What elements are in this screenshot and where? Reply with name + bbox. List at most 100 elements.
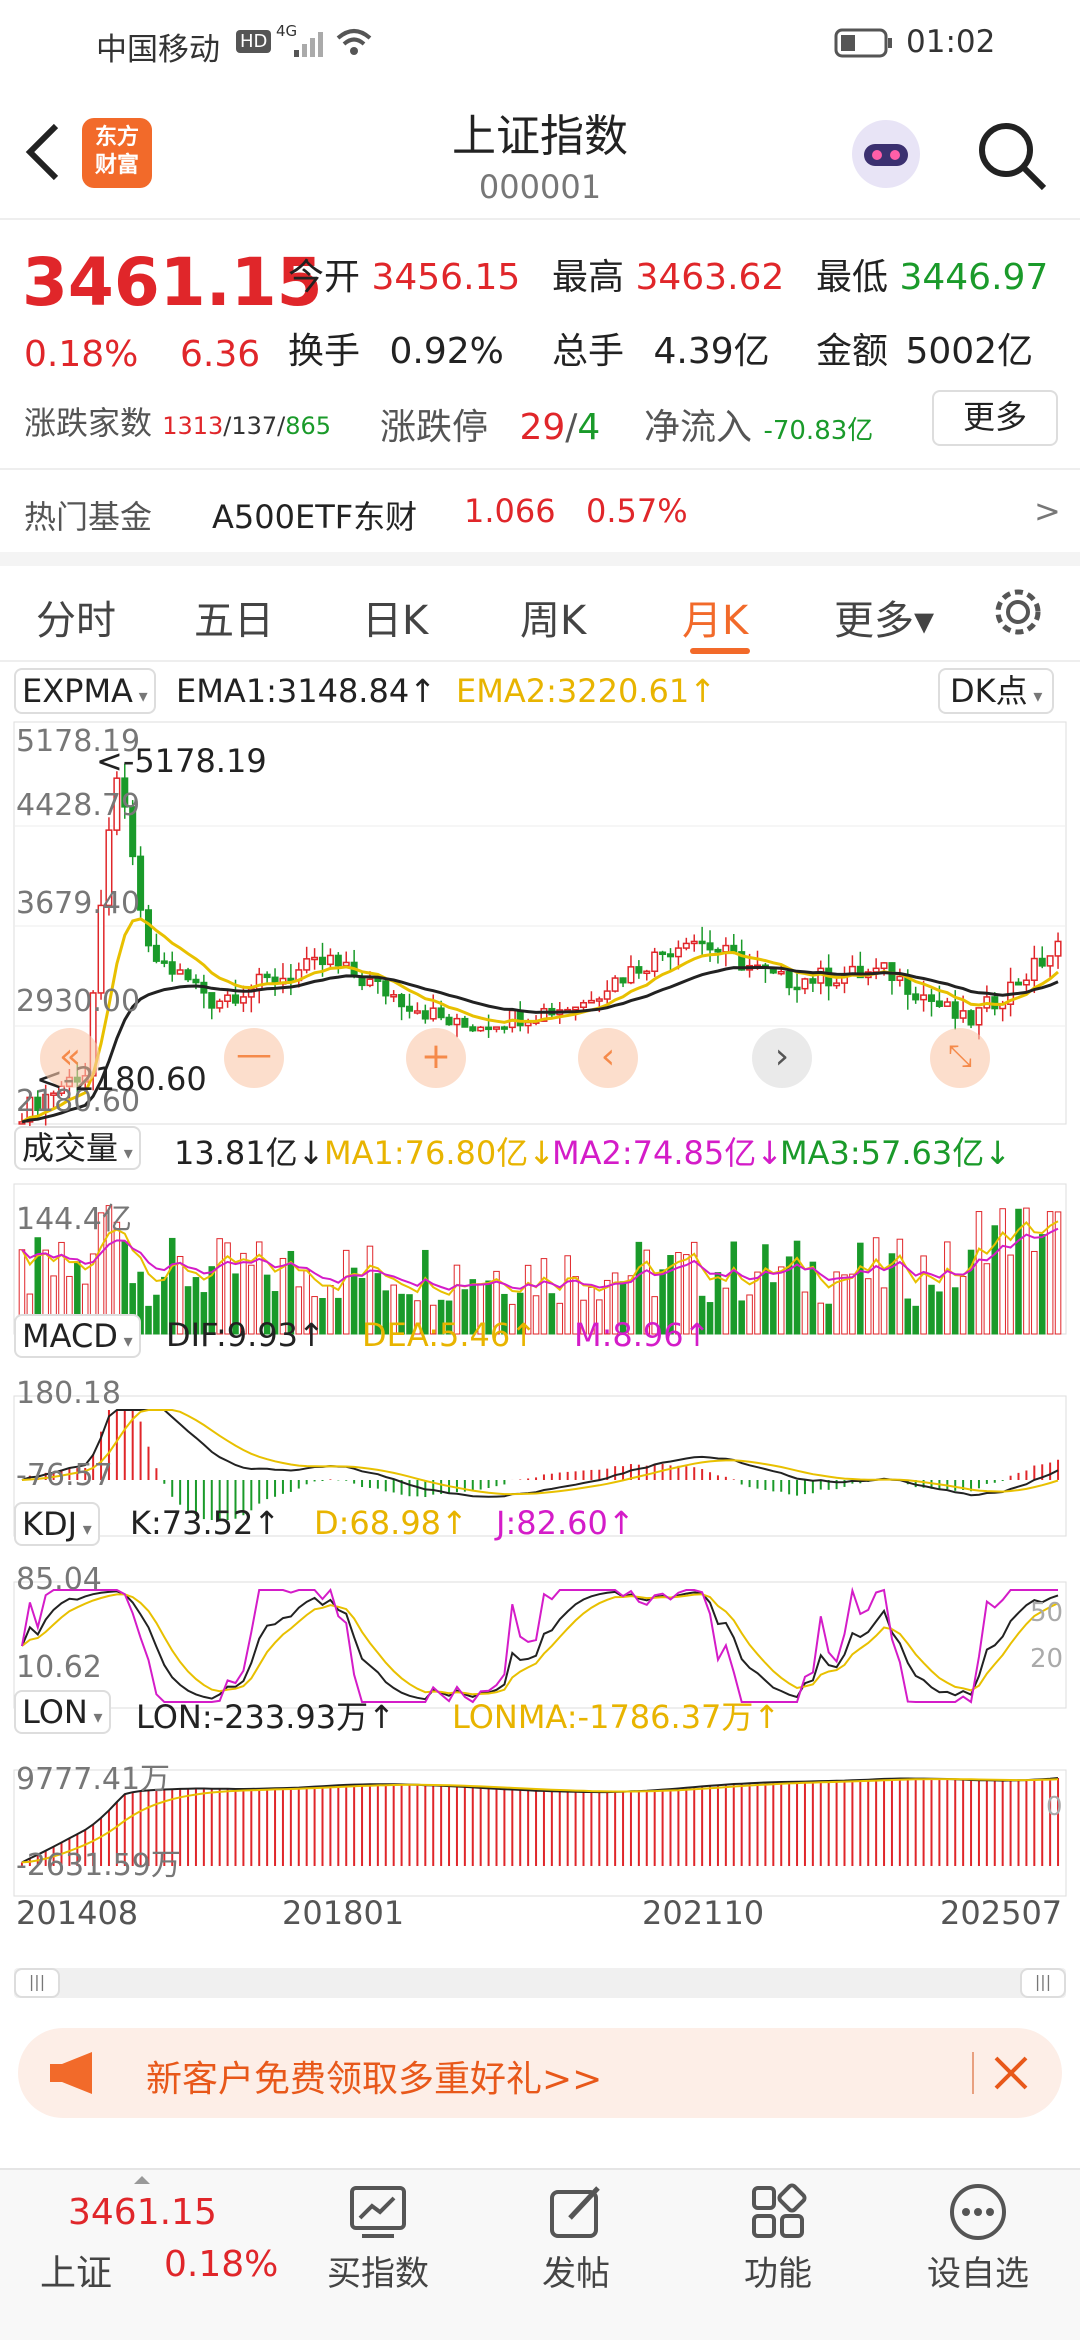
change-value: 6.36 xyxy=(180,334,261,375)
add-watchlist-label: 设自选 xyxy=(927,2254,1029,2294)
adv-label: 涨跌家数 xyxy=(24,404,153,442)
lon-axis-high: 9777.41万 xyxy=(16,1762,171,1797)
bottom-index-price[interactable]: 3461.15 xyxy=(68,2192,217,2233)
candle xyxy=(951,1001,959,1019)
add-watchlist-button[interactable]: 设自选 xyxy=(918,2182,1038,2295)
bottom-index-name[interactable]: 上证 xyxy=(40,2244,112,2296)
volume-bar xyxy=(912,1305,919,1335)
volume-bar xyxy=(936,1291,943,1335)
kdj-ref-50: 50 xyxy=(1030,1598,1064,1628)
volume-bar xyxy=(1046,1211,1054,1335)
candle xyxy=(144,909,153,947)
volume-bar xyxy=(1031,1250,1038,1335)
candle xyxy=(912,993,920,1001)
tab-monthly-k[interactable]: 月K xyxy=(682,588,748,646)
hd-badge: HD xyxy=(236,30,272,53)
promo-banner[interactable]: 新客户免费领取多重好礼>> xyxy=(18,2028,1062,2118)
candle xyxy=(872,967,880,973)
vol-ma2: MA2:74.85亿↓ xyxy=(552,1134,784,1172)
indicator-select-lon[interactable]: LON ▾ xyxy=(14,1690,111,1734)
search-icon[interactable] xyxy=(974,118,1050,194)
date-label-2: 201801 xyxy=(282,1894,405,1932)
high-row: 最高 3463.62 xyxy=(552,248,784,300)
dk-point-button[interactable]: DK点 ▾ xyxy=(938,668,1055,714)
candle xyxy=(896,975,904,982)
tab-more[interactable]: 更多▾ xyxy=(834,588,934,646)
range-handle-right[interactable]: ||| xyxy=(1020,1968,1066,1998)
kdj-name: KDJ xyxy=(22,1505,78,1543)
nav-first-button[interactable]: « xyxy=(40,1028,100,1088)
range-scrollbar[interactable]: ||| ||| xyxy=(14,1968,1066,1998)
settings-gear-icon[interactable] xyxy=(990,584,1046,640)
tab-five-day[interactable]: 五日 xyxy=(194,588,274,646)
close-icon[interactable] xyxy=(990,2052,1032,2094)
candle xyxy=(390,994,398,998)
date-label-3: 202110 xyxy=(642,1894,765,1932)
last-price: 3461.15 xyxy=(22,244,323,321)
candle xyxy=(1054,940,1062,957)
candle xyxy=(698,940,706,945)
lon-value: LON:-233.93万↑ xyxy=(136,1698,395,1736)
battery-icon xyxy=(834,28,892,58)
volume-bar xyxy=(999,1208,1006,1335)
volume-bar xyxy=(350,1267,358,1335)
scroll-right-button[interactable]: › xyxy=(752,1028,812,1088)
volume-bar xyxy=(1023,1207,1030,1335)
buy-index-button[interactable]: 买指数 xyxy=(318,2182,438,2295)
robot-assistant-icon[interactable] xyxy=(846,114,926,194)
candle xyxy=(168,961,176,975)
candle xyxy=(603,990,611,1000)
limit-sep: / xyxy=(565,407,578,448)
low-label: 最低 xyxy=(816,257,889,298)
volume-bar xyxy=(777,1266,785,1335)
candle xyxy=(674,947,682,958)
wifi-icon xyxy=(336,29,372,55)
more-button[interactable]: 更多 xyxy=(932,390,1058,446)
open-value: 3456.15 xyxy=(371,257,521,298)
amount-label: 金额 xyxy=(816,331,889,372)
candle xyxy=(176,969,184,975)
fullscreen-button[interactable]: ⤡ xyxy=(930,1028,990,1088)
candle xyxy=(927,994,936,1002)
turnover-label: 换手 xyxy=(288,331,361,372)
advance-decline-row: 涨跌家数 1313/137/865 xyxy=(24,398,331,444)
candle xyxy=(651,951,659,973)
hot-fund-row[interactable]: 热门基金 A500ETF东财 1.066 0.57% > xyxy=(0,468,1080,552)
post-button[interactable]: 发帖 xyxy=(516,2182,636,2295)
dk-label: DK点 xyxy=(950,672,1028,710)
range-handle-left[interactable]: ||| xyxy=(14,1968,60,1998)
candle xyxy=(611,977,619,992)
candle xyxy=(421,1010,429,1020)
candle xyxy=(160,960,168,964)
tab-weekly-k[interactable]: 周K xyxy=(520,588,586,646)
zoom-in-button[interactable]: + xyxy=(406,1028,466,1088)
volume-label: 总手 xyxy=(552,331,625,372)
kline-chart-area[interactable]: EXPMA ▾ EMA1:3148.84↑ EMA2:3220.61↑ DK点 … xyxy=(0,664,1080,1974)
adv-flat: /137/ xyxy=(223,412,286,440)
date-label-1: 201408 xyxy=(16,1894,139,1932)
expand-caret-icon[interactable] xyxy=(134,2176,150,2184)
volume-bar xyxy=(746,1294,753,1335)
macd-name: MACD xyxy=(22,1317,118,1355)
bottom-index-pct[interactable]: 0.18% xyxy=(164,2244,278,2285)
hot-fund-price: 1.066 xyxy=(464,492,556,530)
tab-daily-k[interactable]: 日K xyxy=(362,588,428,646)
candle xyxy=(627,966,635,984)
volume-bar xyxy=(730,1241,738,1335)
volume-bar xyxy=(825,1303,832,1335)
candle xyxy=(334,954,342,967)
candle xyxy=(326,954,334,966)
net-inflow-label: 净流入 xyxy=(644,407,753,448)
indicator-select-volume[interactable]: 成交量 ▾ xyxy=(14,1126,141,1170)
indicator-select-expma[interactable]: EXPMA ▾ xyxy=(14,668,156,714)
candle xyxy=(722,944,730,953)
zoom-out-button[interactable]: — xyxy=(224,1028,284,1088)
indicator-select-kdj[interactable]: KDJ ▾ xyxy=(14,1502,100,1546)
scroll-left-button[interactable]: ‹ xyxy=(578,1028,638,1088)
tab-intraday[interactable]: 分时 xyxy=(36,588,116,646)
candle xyxy=(967,1010,975,1026)
candle xyxy=(682,942,690,949)
functions-button[interactable]: 功能 xyxy=(718,2182,838,2295)
adv-up: 1313 xyxy=(162,412,224,440)
indicator-select-macd[interactable]: MACD ▾ xyxy=(14,1314,141,1358)
